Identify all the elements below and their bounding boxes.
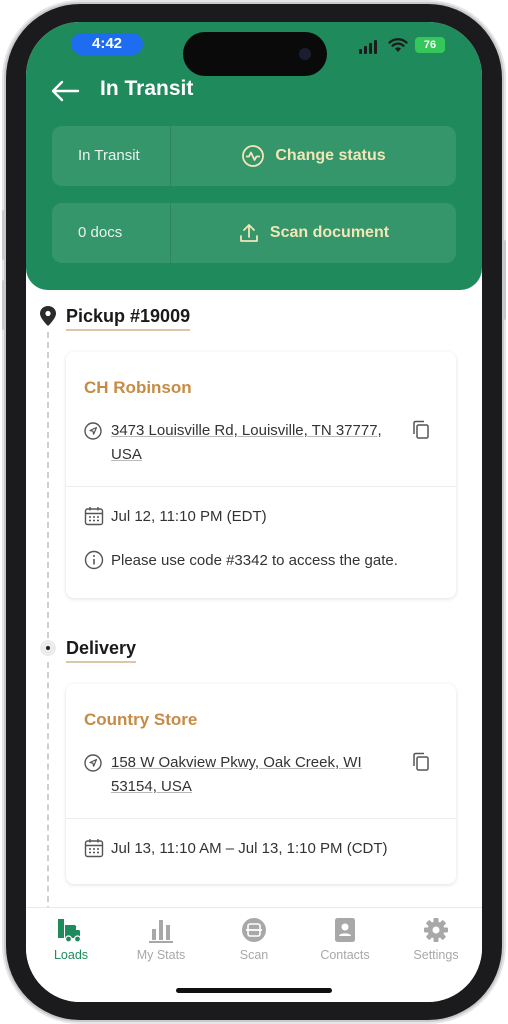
status-row: In Transit Change status bbox=[52, 126, 456, 186]
delivery-time: Jul 13, 11:10 AM – Jul 13, 1:10 PM (CDT) bbox=[111, 840, 388, 857]
delivery-address[interactable]: 158 W Oakview Pkwy, Oak Creek, WI 53154,… bbox=[111, 751, 411, 799]
signal-icon bbox=[359, 40, 379, 54]
navigation-icon bbox=[84, 754, 102, 772]
activity-icon bbox=[242, 145, 265, 167]
side-button bbox=[2, 280, 6, 330]
tab-loads[interactable]: Loads bbox=[26, 916, 116, 962]
tab-scan[interactable]: Scan bbox=[209, 916, 299, 962]
timeline-line bbox=[47, 332, 49, 638]
change-status-button[interactable]: Change status bbox=[171, 126, 456, 186]
tab-label: Settings bbox=[413, 948, 459, 962]
pickup-note: Please use code #3342 to access the gate… bbox=[111, 552, 398, 569]
calendar-icon bbox=[84, 507, 104, 526]
dynamic-island bbox=[183, 32, 327, 76]
side-button bbox=[2, 210, 6, 260]
back-arrow-icon[interactable] bbox=[50, 80, 80, 102]
tab-my-stats[interactable]: My Stats bbox=[116, 916, 206, 962]
pickup-time: Jul 12, 11:10 PM (EDT) bbox=[111, 508, 267, 525]
wifi-icon bbox=[388, 38, 408, 52]
tab-label: Contacts bbox=[320, 948, 370, 962]
delivery-company: Country Store bbox=[84, 710, 198, 729]
scan-icon bbox=[242, 918, 266, 942]
home-indicator[interactable] bbox=[176, 988, 332, 993]
timeline-line bbox=[47, 662, 49, 912]
header: 4:42 76 In Transit In Transit Change sta… bbox=[26, 22, 482, 290]
current-status: In Transit bbox=[78, 147, 140, 164]
tab-settings[interactable]: Settings bbox=[391, 916, 481, 962]
power-button bbox=[502, 240, 506, 320]
tab-label: Loads bbox=[53, 948, 89, 962]
delivery-marker bbox=[40, 640, 56, 656]
scan-document-button[interactable]: Scan document bbox=[171, 203, 456, 263]
delivery-title: Delivery bbox=[66, 638, 137, 663]
scan-document-label: Scan document bbox=[269, 224, 390, 241]
pickup-card: CH Robinson 3473 Louisville Rd, Louisvil… bbox=[66, 352, 456, 598]
navigation-icon bbox=[84, 422, 102, 440]
app-screen: 4:42 76 In Transit In Transit Change sta… bbox=[26, 22, 482, 1002]
calendar-icon bbox=[84, 839, 104, 858]
battery-indicator: 76 bbox=[415, 37, 445, 53]
truck-icon bbox=[58, 919, 82, 943]
copy-icon[interactable] bbox=[412, 752, 430, 772]
change-status-label: Change status bbox=[275, 147, 386, 164]
pickup-company: CH Robinson bbox=[84, 378, 192, 397]
copy-icon[interactable] bbox=[412, 420, 430, 440]
docs-count: 0 docs bbox=[78, 224, 123, 241]
tab-label: Scan bbox=[239, 948, 269, 962]
status-time: 4:42 bbox=[71, 33, 143, 55]
gear-icon bbox=[424, 918, 448, 942]
bar-chart-icon bbox=[149, 920, 173, 943]
page-title: In Transit bbox=[100, 77, 194, 100]
pickup-title: Pickup #19009 bbox=[66, 306, 191, 331]
delivery-card: Country Store 158 W Oakview Pkwy, Oak Cr… bbox=[66, 684, 456, 884]
tab-label: My Stats bbox=[136, 948, 186, 962]
contacts-icon bbox=[335, 918, 355, 942]
status-bar: 4:42 76 bbox=[26, 22, 482, 76]
pickup-address[interactable]: 3473 Louisville Rd, Louisville, TN 37777… bbox=[111, 419, 411, 467]
docs-row: 0 docs Scan document bbox=[52, 203, 456, 263]
tab-contacts[interactable]: Contacts bbox=[300, 916, 390, 962]
location-pin-icon bbox=[40, 306, 56, 326]
info-icon bbox=[84, 550, 104, 570]
upload-icon bbox=[240, 224, 258, 242]
